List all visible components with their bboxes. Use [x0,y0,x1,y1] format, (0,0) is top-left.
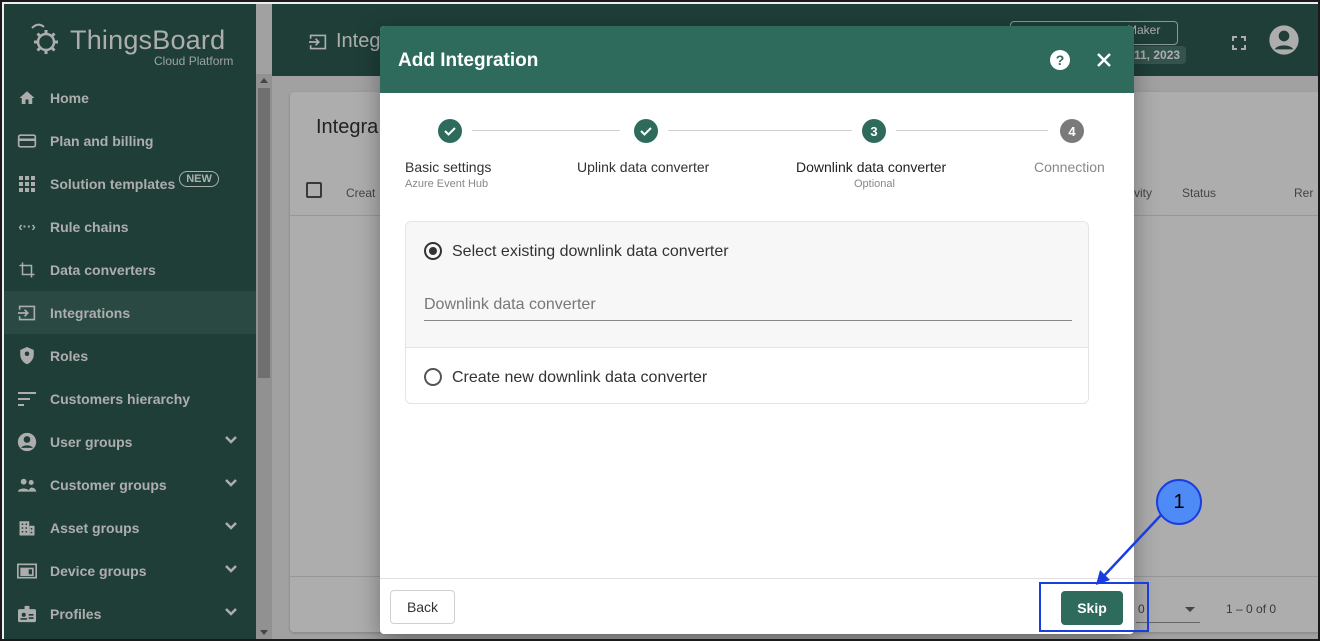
highlight-box [1039,582,1149,632]
step-4-number[interactable]: 4 [1060,119,1084,143]
radio-create-new[interactable] [424,368,442,386]
option-existing-label[interactable]: Select existing downlink data converter [452,243,729,261]
stepper-connector [896,130,1048,131]
step-marker: 1 [1156,479,1202,525]
help-icon[interactable]: ? [1050,50,1070,70]
stepper-connector [668,130,852,131]
stepper-connector [472,130,620,131]
downlink-converter-input[interactable]: Downlink data converter [424,296,596,314]
radio-existing[interactable] [424,242,442,260]
step-2-done-icon[interactable] [634,119,658,143]
dialog-title: Add Integration [398,50,539,71]
dialog-header: Add Integration ? [380,26,1134,93]
option-existing-panel: Select existing downlink data converter … [406,222,1088,348]
screenshot-frame: ThingsBoard Cloud Platform Home Plan and… [0,0,1320,641]
step-1-label: Basic settings [405,159,492,175]
converter-options: Select existing downlink data converter … [405,221,1089,404]
input-underline [424,320,1072,321]
step-4-label: Connection [1034,159,1105,175]
step-2-label: Uplink data converter [577,159,710,175]
step-3-label: Downlink data converter [796,159,947,175]
back-button[interactable]: Back [390,590,455,624]
step-3-number[interactable]: 3 [862,119,886,143]
close-icon[interactable] [1094,50,1114,70]
divider [380,578,1134,579]
option-create-new-label[interactable]: Create new downlink data converter [452,369,707,387]
step-3-sublabel: Optional [854,178,895,190]
add-integration-dialog: Add Integration ? 3 4 Basic settings Azu… [380,26,1134,634]
step-1-sublabel: Azure Event Hub [405,178,489,190]
step-1-done-icon[interactable] [438,119,462,143]
